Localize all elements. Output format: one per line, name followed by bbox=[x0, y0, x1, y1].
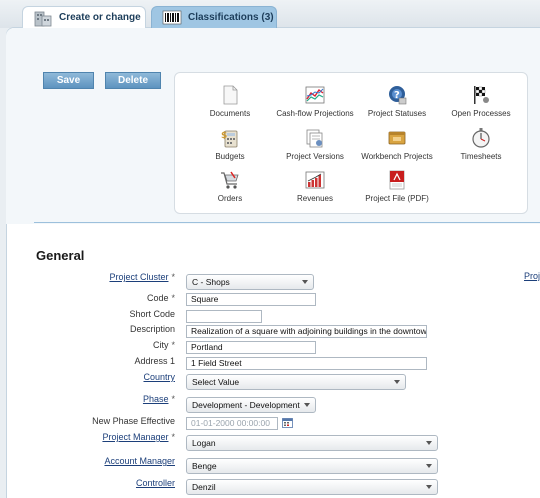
svg-text:$: $ bbox=[221, 131, 227, 141]
section-title-general: General bbox=[36, 248, 85, 263]
calculator-icon: $ bbox=[219, 127, 241, 149]
required-marker: * bbox=[171, 293, 175, 303]
chevron-down-icon bbox=[426, 464, 432, 468]
quick-link-cash-flow-projections[interactable]: Cash-flow Projections bbox=[271, 84, 359, 118]
project-manager-label[interactable]: Project Manager * bbox=[102, 432, 175, 442]
description-input[interactable]: Realization of a square with adjoining b… bbox=[186, 325, 427, 338]
new-phase-effective-input[interactable]: 01-01-2000 00:00:00 bbox=[186, 417, 278, 430]
quick-link-label: Documents bbox=[209, 109, 251, 118]
city-input[interactable]: Portland bbox=[186, 341, 316, 354]
chevron-down-icon bbox=[426, 441, 432, 445]
account-manager-select[interactable]: Benge bbox=[186, 458, 438, 474]
quick-link-budgets[interactable]: $ Budgets bbox=[186, 127, 274, 161]
controller-select[interactable]: Denzil bbox=[186, 479, 438, 495]
quick-link-project-file-pdf[interactable]: Project File (PDF) bbox=[353, 169, 441, 203]
chevron-down-icon bbox=[304, 403, 310, 407]
project-cluster-select[interactable]: C - Shops bbox=[186, 274, 314, 290]
phase-select[interactable]: Development - Development bbox=[186, 397, 316, 413]
quick-link-workbench-projects[interactable]: Workbench Projects bbox=[353, 127, 441, 161]
quick-link-orders[interactable]: Orders bbox=[186, 169, 274, 203]
quick-link-label: Project File (PDF) bbox=[365, 194, 429, 203]
new-phase-effective-label: New Phase Effective bbox=[92, 416, 175, 426]
chevron-down-icon bbox=[302, 280, 308, 284]
building-icon bbox=[33, 9, 53, 27]
section-divider bbox=[34, 222, 540, 223]
account-manager-label[interactable]: Account Manager bbox=[104, 456, 175, 466]
save-button[interactable]: Save bbox=[43, 72, 94, 89]
quick-link-open-processes[interactable]: Open Processes bbox=[437, 84, 525, 118]
tab-create-or-change-label: Create or change bbox=[59, 12, 141, 23]
quick-link-project-versions[interactable]: Project Versions bbox=[271, 127, 359, 161]
chevron-down-icon bbox=[426, 485, 432, 489]
tab-classifications-label: Classifications (3) bbox=[188, 12, 274, 23]
line-chart-icon bbox=[304, 84, 326, 106]
quick-link-label: Cash-flow Projections bbox=[276, 109, 354, 118]
shopping-cart-icon bbox=[219, 169, 241, 191]
quick-link-label: Revenues bbox=[296, 194, 334, 203]
required-marker: * bbox=[171, 432, 175, 442]
phase-label[interactable]: Phase * bbox=[143, 394, 175, 404]
controller-label[interactable]: Controller bbox=[136, 478, 175, 488]
quick-link-documents[interactable]: Documents bbox=[186, 84, 274, 118]
required-marker: * bbox=[171, 340, 175, 350]
project-cluster-label[interactable]: Project Cluster * bbox=[109, 272, 175, 282]
country-label[interactable]: Country bbox=[143, 372, 175, 382]
document-icon bbox=[219, 84, 241, 106]
delete-button[interactable]: Delete bbox=[105, 72, 161, 89]
project-manager-select[interactable]: Logan bbox=[186, 435, 438, 451]
status-globe-icon: ? bbox=[386, 84, 408, 106]
workbench-icon bbox=[386, 127, 408, 149]
quick-link-label: Budgets bbox=[215, 152, 245, 161]
quick-link-label: Open Processes bbox=[451, 109, 511, 118]
short-code-label: Short Code bbox=[129, 309, 175, 319]
tab-create-or-change[interactable]: Create or change bbox=[22, 6, 146, 28]
code-label: Code * bbox=[146, 293, 175, 303]
pdf-icon bbox=[386, 169, 408, 191]
quick-link-label: Project Versions bbox=[286, 152, 344, 161]
stopwatch-icon bbox=[470, 127, 492, 149]
right-column-label-partial[interactable]: Proj bbox=[524, 271, 540, 281]
checkered-flag-icon bbox=[470, 84, 492, 106]
quick-link-timesheets[interactable]: Timesheets bbox=[437, 127, 525, 161]
city-label: City * bbox=[152, 340, 175, 350]
description-label: Description bbox=[129, 324, 175, 334]
address1-label: Address 1 bbox=[134, 356, 175, 366]
quick-link-label: Timesheets bbox=[460, 152, 502, 161]
versions-icon bbox=[304, 127, 326, 149]
quick-link-project-statuses[interactable]: ? Project Statuses bbox=[353, 84, 441, 118]
quick-link-label: Orders bbox=[217, 194, 243, 203]
quick-link-label: Project Statuses bbox=[367, 109, 427, 118]
calendar-icon[interactable] bbox=[282, 417, 293, 428]
country-select[interactable]: Select Value bbox=[186, 374, 406, 390]
short-code-input[interactable] bbox=[186, 310, 262, 323]
barcode-icon bbox=[162, 9, 182, 27]
required-marker: * bbox=[171, 272, 175, 282]
chevron-down-icon bbox=[394, 380, 400, 384]
required-marker: * bbox=[171, 394, 175, 404]
tab-classifications[interactable]: Classifications (3) bbox=[151, 6, 277, 28]
quick-link-label: Workbench Projects bbox=[361, 152, 433, 161]
address1-input[interactable]: 1 Field Street bbox=[186, 357, 427, 370]
code-input[interactable]: Square bbox=[186, 293, 316, 306]
quick-link-revenues[interactable]: Revenues bbox=[271, 169, 359, 203]
bar-chart-icon bbox=[304, 169, 326, 191]
